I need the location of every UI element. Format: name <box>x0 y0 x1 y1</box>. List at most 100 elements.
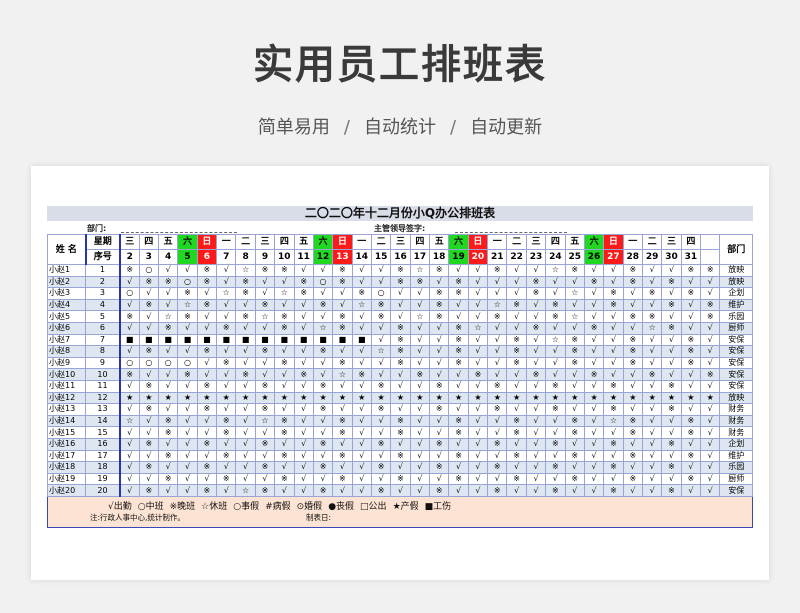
shift-cell[interactable]: √ <box>506 275 527 289</box>
shift-cell[interactable]: ※ <box>216 449 237 463</box>
shift-cell[interactable]: ※ <box>390 472 411 486</box>
shift-cell[interactable]: √ <box>661 333 682 347</box>
shift-cell[interactable]: ☆ <box>641 321 663 335</box>
shift-cell[interactable]: √ <box>235 345 256 358</box>
shift-cell[interactable]: ※ <box>390 426 411 439</box>
shift-cell[interactable]: √ <box>254 449 276 463</box>
shift-cell[interactable]: ☆ <box>467 321 489 335</box>
shift-cell[interactable]: √ <box>196 426 218 439</box>
shift-cell[interactable]: ※ <box>216 414 237 428</box>
shift-cell[interactable]: ★ <box>390 391 411 405</box>
shift-cell[interactable]: ※ <box>196 461 218 474</box>
shift-cell[interactable]: √ <box>448 310 469 323</box>
shift-cell[interactable]: √ <box>506 379 527 393</box>
shift-cell[interactable]: ※ <box>274 356 295 370</box>
shift-cell[interactable]: √ <box>467 426 489 439</box>
shift-cell[interactable]: √ <box>351 472 372 486</box>
shift-cell[interactable]: ※ <box>254 484 276 497</box>
shift-cell[interactable]: ※ <box>312 379 334 393</box>
shift-cell[interactable]: ☆ <box>177 298 198 312</box>
shift-cell[interactable]: ※ <box>119 264 140 277</box>
shift-cell[interactable]: ※ <box>312 345 334 358</box>
shift-cell[interactable]: √ <box>138 426 159 439</box>
shift-cell[interactable]: ※ <box>119 368 140 381</box>
shift-cell[interactable]: √ <box>641 275 663 289</box>
shift-cell[interactable]: ※ <box>157 449 179 463</box>
shift-cell[interactable]: ★ <box>448 391 469 405</box>
shift-cell[interactable]: √ <box>487 368 508 381</box>
shift-cell[interactable]: ※ <box>274 426 295 439</box>
shift-cell[interactable]: ※ <box>312 484 334 497</box>
shift-cell[interactable]: ★ <box>525 391 547 405</box>
shift-cell[interactable]: √ <box>177 379 198 393</box>
shift-cell[interactable]: ※ <box>196 264 218 277</box>
shift-cell[interactable]: √ <box>370 275 392 289</box>
shift-cell[interactable]: ※ <box>506 345 527 358</box>
shift-cell[interactable]: √ <box>641 298 663 312</box>
shift-cell[interactable]: √ <box>351 310 372 323</box>
shift-cell[interactable]: √ <box>409 426 431 439</box>
shift-cell[interactable]: √ <box>293 345 314 358</box>
shift-cell[interactable]: √ <box>564 298 585 312</box>
shift-cell[interactable]: ☆ <box>235 484 256 497</box>
shift-cell[interactable]: ※ <box>680 356 702 370</box>
shift-cell[interactable]: ※ <box>196 298 218 312</box>
shift-cell[interactable]: √ <box>390 403 411 416</box>
shift-cell[interactable]: √ <box>525 298 547 312</box>
shift-cell[interactable]: ☆ <box>564 287 585 300</box>
shift-cell[interactable]: ※ <box>216 472 237 486</box>
shift-cell[interactable]: ※ <box>661 461 682 474</box>
shift-cell[interactable]: √ <box>467 472 489 486</box>
shift-cell[interactable]: √ <box>564 321 585 335</box>
shift-cell[interactable]: ※ <box>487 379 508 393</box>
shift-cell[interactable]: ※ <box>332 275 353 289</box>
shift-cell[interactable]: ※ <box>429 310 450 323</box>
shift-cell[interactable]: ※ <box>370 403 392 416</box>
shift-cell[interactable]: ※ <box>564 264 585 277</box>
shift-cell[interactable]: √ <box>177 264 198 277</box>
shift-cell[interactable]: √ <box>506 437 527 451</box>
shift-cell[interactable]: √ <box>680 275 702 289</box>
shift-cell[interactable]: √ <box>545 426 566 439</box>
shift-cell[interactable]: ※ <box>254 461 276 474</box>
shift-cell[interactable]: √ <box>216 298 237 312</box>
shift-cell[interactable]: √ <box>119 472 140 486</box>
shift-cell[interactable]: ★ <box>274 391 295 405</box>
shift-cell[interactable]: ※ <box>429 264 450 277</box>
shift-cell[interactable]: √ <box>119 449 140 463</box>
shift-cell[interactable]: √ <box>487 449 508 463</box>
shift-cell[interactable]: ☆ <box>545 333 566 347</box>
shift-cell[interactable]: √ <box>700 484 721 497</box>
shift-cell[interactable]: √ <box>138 321 159 335</box>
shift-cell[interactable]: √ <box>487 275 508 289</box>
shift-cell[interactable]: ※ <box>564 356 585 370</box>
shift-cell[interactable]: ※ <box>312 437 334 451</box>
shift-cell[interactable]: ★ <box>370 391 392 405</box>
shift-cell[interactable]: √ <box>274 368 295 381</box>
shift-cell[interactable]: √ <box>564 403 585 416</box>
shift-cell[interactable]: ■ <box>274 333 295 347</box>
shift-cell[interactable]: ※ <box>293 368 314 381</box>
shift-cell[interactable]: ※ <box>603 403 624 416</box>
shift-cell[interactable]: √ <box>312 449 334 463</box>
shift-cell[interactable]: √ <box>157 298 179 312</box>
shift-cell[interactable]: √ <box>603 426 624 439</box>
shift-cell[interactable]: √ <box>351 345 372 358</box>
shift-cell[interactable]: √ <box>332 345 353 358</box>
shift-cell[interactable]: ※ <box>370 461 392 474</box>
shift-cell[interactable]: √ <box>138 414 159 428</box>
shift-cell[interactable]: √ <box>564 368 585 381</box>
shift-cell[interactable]: √ <box>157 403 179 416</box>
shift-cell[interactable]: √ <box>487 287 508 300</box>
shift-cell[interactable]: √ <box>467 461 489 474</box>
shift-cell[interactable]: √ <box>254 321 276 335</box>
shift-cell[interactable]: ※ <box>487 484 508 497</box>
shift-cell[interactable]: √ <box>332 403 353 416</box>
shift-cell[interactable]: √ <box>487 333 508 347</box>
shift-cell[interactable]: √ <box>216 345 237 358</box>
shift-cell[interactable]: √ <box>409 472 431 486</box>
shift-cell[interactable]: √ <box>448 264 469 277</box>
shift-cell[interactable]: ☆ <box>157 310 179 323</box>
shift-cell[interactable]: √ <box>254 275 276 289</box>
shift-cell[interactable]: ※ <box>525 368 547 381</box>
